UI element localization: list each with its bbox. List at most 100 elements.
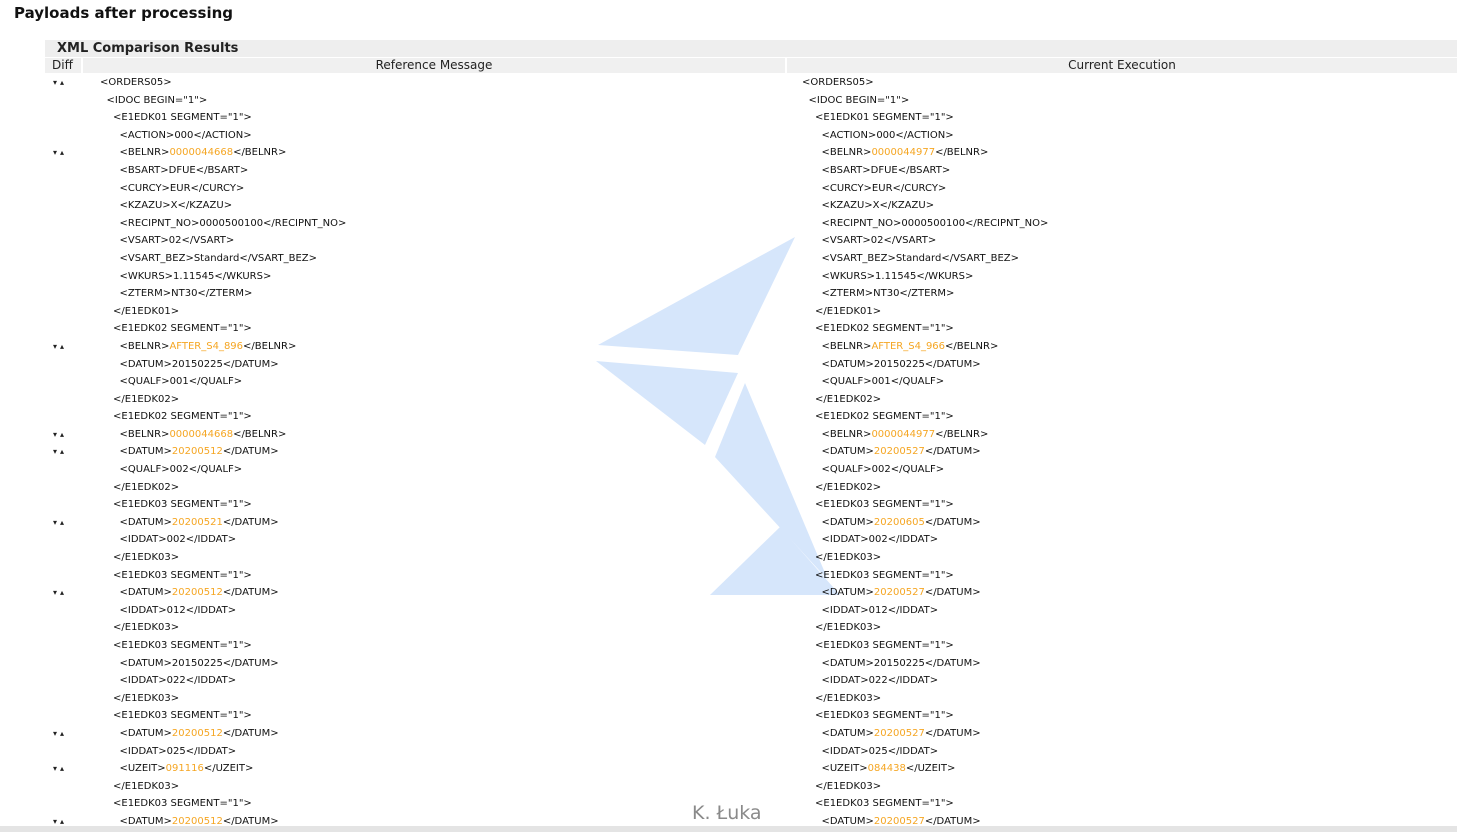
reference-xml-text: <DATUM> <box>119 587 172 599</box>
current-xml-line: <KZAZU>X</KZAZU> <box>822 197 935 215</box>
reference-xml-text: <IDDAT>012</IDDAT> <box>119 604 237 616</box>
current-xml-line: <DATUM>20150225</DATUM> <box>822 655 981 673</box>
reference-xml-line: <BELNR>0000044668</BELNR> <box>120 144 287 162</box>
reference-xml-text: </E1EDK03> <box>113 622 180 634</box>
reference-xml-line: <E1EDK01 SEGMENT="1"> <box>113 109 252 127</box>
reference-xml-text: <DATUM> <box>119 446 172 458</box>
current-xml-line: <IDOC BEGIN="1"> <box>809 92 910 110</box>
horizontal-scrollbar[interactable] <box>0 826 1457 832</box>
current-xml-text: <E1EDK02 SEGMENT="1"> <box>815 323 954 335</box>
reference-xml-line: <E1EDK02 SEGMENT="1"> <box>113 320 252 338</box>
reference-changed-value: 20200521 <box>171 516 223 528</box>
reference-xml-text: <E1EDK02 SEGMENT="1"> <box>113 323 252 335</box>
current-xml-line: <DATUM>20150225</DATUM> <box>822 356 981 374</box>
comparison-row: <E1EDK02 SEGMENT="1"> <E1EDK02 SEGMENT="1… <box>0 408 1457 426</box>
comparison-row: ▾▴ <BELNR>AFTER_S4_896</BELNR> <BELNR>AFTE… <box>0 338 1457 356</box>
current-xml-line: <E1EDK03 SEGMENT="1"> <box>815 707 954 725</box>
reference-xml-line: </E1EDK02> <box>113 391 179 409</box>
diff-toggle-icon[interactable]: ▾▴ <box>53 584 67 602</box>
comparison-row: <E1EDK01 SEGMENT="1"> <E1EDK01 SEGMENT="1… <box>0 109 1457 127</box>
current-xml-text: <IDDAT>012</IDDAT> <box>821 604 939 616</box>
comparison-row: <DATUM>20150225</DATUM> <DATUM>20150225</… <box>0 356 1457 374</box>
diff-toggle-icon[interactable]: ▾▴ <box>53 74 67 92</box>
reference-xml-line: <VSART_BEZ>Standard</VSART_BEZ> <box>120 250 318 268</box>
reference-xml-line: <BSART>DFUE</BSART> <box>120 162 249 180</box>
current-changed-value: 20200527 <box>873 587 925 599</box>
reference-changed-value: AFTER_S4_896 <box>169 340 244 352</box>
reference-xml-text: <BELNR> <box>119 428 170 440</box>
reference-xml-line: <RECIPNT_NO>0000500100</RECIPNT_NO> <box>120 215 347 233</box>
current-xml-text: <BELNR> <box>821 428 872 440</box>
reference-xml-text: </BELNR> <box>243 340 297 352</box>
current-xml-text: <QUALF>001</QUALF> <box>821 376 945 388</box>
comparison-row: ▾▴ <DATUM>20200512</DATUM> <DATUM>20200527… <box>0 725 1457 743</box>
reference-xml-text: </BELNR> <box>233 147 287 159</box>
current-xml-text: </BELNR> <box>945 340 999 352</box>
diff-toggle-icon[interactable]: ▾▴ <box>53 760 67 778</box>
diff-toggle-icon[interactable]: ▾▴ <box>53 426 67 444</box>
diff-toggle-icon[interactable]: ▾▴ <box>53 338 67 356</box>
reference-changed-value: 0000044668 <box>169 428 234 440</box>
reference-xml-line: <QUALF>002</QUALF> <box>120 461 243 479</box>
current-xml-line: <IDDAT>002</IDDAT> <box>822 531 939 549</box>
reference-xml-line: <IDDAT>025</IDDAT> <box>120 743 237 761</box>
reference-xml-line: <ORDERS05> <box>100 74 172 92</box>
comparison-row: ▾▴ <BELNR>0000044668</BELNR> <BELNR>000004… <box>0 426 1457 444</box>
diff-toggle-icon[interactable]: ▾▴ <box>53 144 67 162</box>
reference-xml-text: </UZEIT> <box>203 763 254 775</box>
comparison-row: <ACTION>000</ACTION> <ACTION>000</ACTION> <box>0 127 1457 145</box>
reference-xml-line: <DATUM>20150225</DATUM> <box>120 356 279 374</box>
current-xml-line: <DATUM>20200605</DATUM> <box>822 514 981 532</box>
comparison-row: ▾▴ <DATUM>20200521</DATUM> <DATUM>20200605… <box>0 514 1457 532</box>
reference-xml-line: <DATUM>20200512</DATUM> <box>120 725 279 743</box>
current-xml-line: <E1EDK02 SEGMENT="1"> <box>815 408 954 426</box>
column-header-diff: Diff <box>45 58 81 73</box>
current-xml-line: <ACTION>000</ACTION> <box>822 127 954 145</box>
reference-xml-line: <CURCY>EUR</CURCY> <box>120 180 245 198</box>
reference-changed-value: 20200512 <box>171 446 223 458</box>
comparison-row: <QUALF>001</QUALF> <QUALF>001</QUALF> <box>0 373 1457 391</box>
current-xml-line: <ORDERS05> <box>802 74 874 92</box>
comparison-row: <IDDAT>002</IDDAT> <IDDAT>002</IDDAT> <box>0 531 1457 549</box>
reference-xml-text: <E1EDK02 SEGMENT="1"> <box>113 411 252 423</box>
current-xml-text: <IDDAT>022</IDDAT> <box>821 675 939 687</box>
current-xml-line: <DATUM>20200527</DATUM> <box>822 725 981 743</box>
current-xml-text: </BELNR> <box>935 428 989 440</box>
comparison-row: ▾▴ <BELNR>0000044668</BELNR> <BELNR>000004… <box>0 144 1457 162</box>
current-changed-value: 0000044977 <box>871 428 936 440</box>
comparison-row: <E1EDK03 SEGMENT="1"> <E1EDK03 SEGMENT="1… <box>0 567 1457 585</box>
column-header-reference: Reference Message <box>83 58 785 73</box>
diff-toggle-icon[interactable]: ▾▴ <box>53 725 67 743</box>
reference-xml-text: <VSART>02</VSART> <box>119 235 235 247</box>
reference-xml-line: <E1EDK02 SEGMENT="1"> <box>113 408 252 426</box>
current-changed-value: 084438 <box>867 763 906 775</box>
reference-xml-text: <E1EDK01 SEGMENT="1"> <box>113 112 252 124</box>
current-xml-line: <RECIPNT_NO>0000500100</RECIPNT_NO> <box>822 215 1049 233</box>
current-changed-value: 0000044977 <box>871 147 936 159</box>
current-xml-line: <BELNR>AFTER_S4_966</BELNR> <box>822 338 999 356</box>
reference-changed-value: 20200512 <box>171 727 223 739</box>
reference-xml-text: </E1EDK01> <box>113 305 180 317</box>
current-xml-line: <WKURS>1.11545</WKURS> <box>822 268 974 286</box>
reference-xml-text: <E1EDK03 SEGMENT="1"> <box>113 710 252 722</box>
current-xml-text: </DATUM> <box>924 516 981 528</box>
reference-xml-line: <DATUM>20150225</DATUM> <box>120 655 279 673</box>
current-xml-text: <IDDAT>025</IDDAT> <box>821 745 939 757</box>
page-title: Payloads after processing <box>14 4 234 22</box>
current-xml-text: </DATUM> <box>924 446 981 458</box>
diff-toggle-icon[interactable]: ▾▴ <box>53 443 67 461</box>
reference-xml-text: <DATUM>20150225</DATUM> <box>119 358 279 370</box>
comparison-rows: ▾▴ <ORDERS05> <ORDERS05> <IDOC BEGIN="1"> <I… <box>0 74 1457 831</box>
reference-xml-text: </E1EDK03> <box>113 552 180 564</box>
reference-xml-text: <KZAZU>X</KZAZU> <box>119 200 233 212</box>
reference-xml-line: <E1EDK03 SEGMENT="1"> <box>113 637 252 655</box>
current-xml-text: <DATUM> <box>821 727 874 739</box>
reference-xml-line: <BELNR>0000044668</BELNR> <box>120 426 287 444</box>
current-xml-line: <UZEIT>084438</UZEIT> <box>822 760 956 778</box>
current-xml-text: <WKURS>1.11545</WKURS> <box>821 270 974 282</box>
diff-toggle-icon[interactable]: ▾▴ <box>53 514 67 532</box>
reference-xml-text: </DATUM> <box>222 446 279 458</box>
current-xml-line: <BSART>DFUE</BSART> <box>822 162 951 180</box>
current-xml-line: <E1EDK03 SEGMENT="1"> <box>815 637 954 655</box>
reference-xml-line: <UZEIT>091116</UZEIT> <box>120 760 254 778</box>
